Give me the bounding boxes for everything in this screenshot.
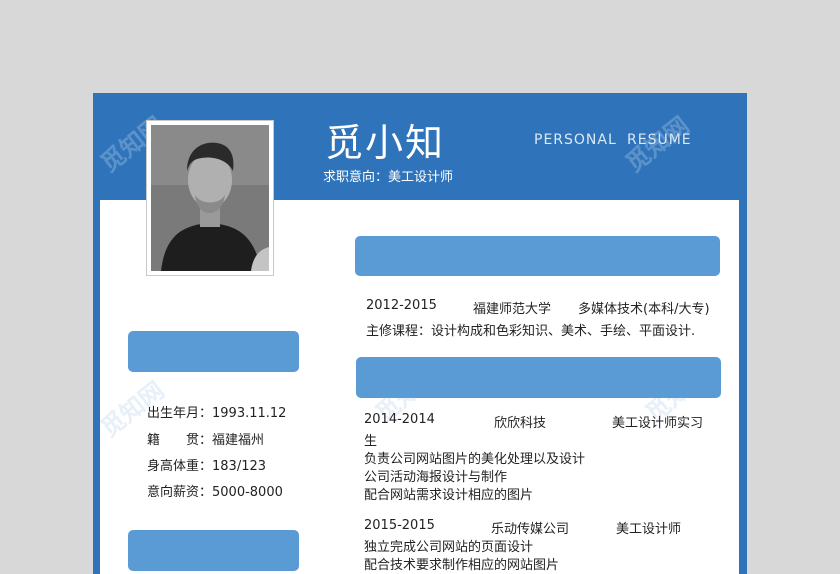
exp-role-wrap: 生 xyxy=(364,434,378,449)
info-label: 意向薪资： xyxy=(147,485,213,500)
candidate-name: 觅小知 xyxy=(325,121,446,165)
exp-company: 欣欣科技 xyxy=(494,416,547,431)
header-resume-text: RESUME xyxy=(627,132,692,148)
exp-duty: 独立完成公司网站的页面设计 xyxy=(364,540,534,555)
info-value: 183/123 xyxy=(212,459,267,474)
person-portrait-icon xyxy=(151,125,269,271)
exp-duty: 负责公司网站图片的美化处理以及设计 xyxy=(364,452,586,467)
exp-duty: 配合技术要求制作相应的网站图片 xyxy=(364,558,560,573)
edu-period: 2012-2015 xyxy=(366,298,437,313)
info-row-hometown: 籍 贯：福建福州 xyxy=(147,429,264,448)
exp-role: 美工设计师实习 xyxy=(612,416,704,431)
exp-company: 乐动传媒公司 xyxy=(491,522,570,537)
info-value: 5000-8000 xyxy=(212,485,283,500)
info-label: 身高体重： xyxy=(147,459,213,474)
section-bar-experience xyxy=(356,357,721,398)
exp-period: 2014-2014 xyxy=(364,412,435,427)
section-bar-personal-info xyxy=(128,331,299,372)
info-row-salary: 意向薪资：5000-8000 xyxy=(147,481,283,500)
info-label: 籍 贯： xyxy=(147,433,213,448)
edu-school: 福建师范大学 xyxy=(473,302,552,317)
section-bar-left-2 xyxy=(128,530,299,571)
edu-major: 多媒体技术(本科/大专) xyxy=(578,302,710,317)
exp-duty: 配合网站需求设计相应的图片 xyxy=(364,488,534,503)
info-row-birth: 出生年月：1993.11.12 xyxy=(147,402,286,421)
info-row-height-weight: 身高体重：183/123 xyxy=(147,455,266,474)
info-label: 出生年月： xyxy=(147,406,213,421)
exp-duty: 公司活动海报设计与制作 xyxy=(364,470,508,485)
exp-period: 2015-2015 xyxy=(364,518,435,533)
section-bar-education xyxy=(355,236,720,276)
info-value: 福建福州 xyxy=(212,433,265,448)
profile-photo xyxy=(151,125,269,271)
edu-courses: 主修课程：设计构成和色彩知识、美术、手绘、平面设计. xyxy=(366,324,696,339)
info-value: 1993.11.12 xyxy=(212,406,287,421)
job-intent: 求职意向：美工设计师 xyxy=(323,170,454,185)
profile-photo-frame xyxy=(146,120,274,276)
header-personal-text: PERSONAL xyxy=(534,132,617,148)
exp-role: 美工设计师 xyxy=(616,522,682,537)
